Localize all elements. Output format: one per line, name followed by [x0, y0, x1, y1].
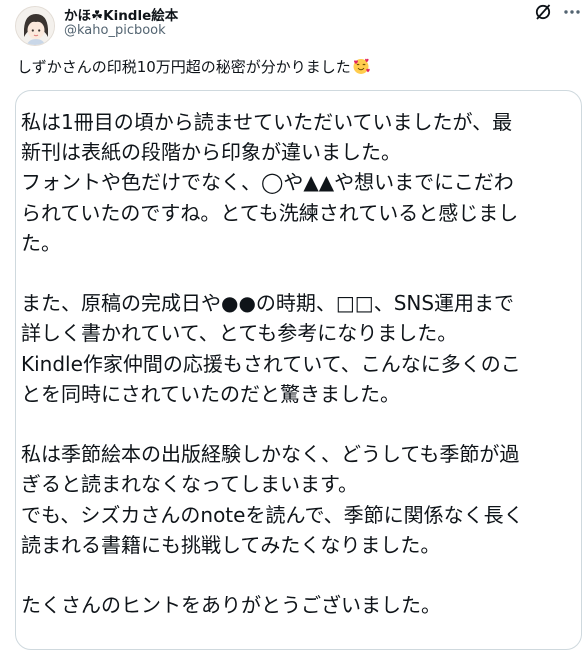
quote-line: 私は1冊目の頃から読ませていただいていましたが、最 — [21, 110, 513, 134]
more-icon[interactable] — [560, 2, 584, 22]
quote-card-text: 私は1冊目の頃から読ませていただいていましたが、最 新刊は表紙の段階から印象が違… — [21, 107, 581, 620]
author-display-name[interactable]: かほ☘Kindle絵本 — [64, 4, 178, 24]
quote-line: また、原稿の完成日や●●の時期、□□、SNS運用まで — [21, 291, 515, 316]
quote-line: た。 — [21, 230, 61, 255]
quote-line: ぎると読まれなくなってしまいます。 — [21, 472, 358, 497]
author-name-row[interactable]: かほ☘Kindle絵本 — [64, 4, 178, 24]
tweet-text: しずかさんの印税10万円超の秘密が分かりました — [17, 57, 370, 77]
quote-line: とを同時にされていたのだと驚きました。 — [21, 381, 400, 406]
quote-line: 詳しく書かれていて、とても参考になりました。 — [21, 321, 458, 346]
quote-card[interactable]: 私は1冊目の頃から読ませていただいていましたが、最 新刊は表紙の段階から印象が違… — [15, 90, 582, 650]
quote-line: フォントや色だけでなく、◯や▲▲や想いまでにこだわ — [21, 170, 514, 195]
quote-line: Kindle作家仲間の応援もされていて、こんなに多くのこ — [21, 351, 521, 376]
quote-line: 読まれる書籍にも挑戦してみたくなりました。 — [21, 532, 441, 557]
avatar[interactable] — [15, 6, 55, 46]
tweet-text-content: しずかさんの印税10万円超の秘密が分かりました — [17, 58, 351, 76]
author-handle[interactable]: @kaho_picbook — [64, 23, 166, 38]
quote-line: でも、シズカさんのnoteを読んで、季節に関係なく長く — [21, 502, 524, 527]
quote-line: たくさんのヒントをありがとうございました。 — [21, 593, 441, 618]
smiling-face-with-hearts-icon — [352, 57, 370, 75]
quote-line: 新刊は表紙の段階から印象が違いました。 — [21, 140, 401, 165]
quote-line: られていたのですね。とても洗練されていると感じまし — [21, 200, 519, 225]
quote-line: 私は季節絵本の出版経験しかなく、どうしても季節が過 — [21, 442, 520, 467]
grok-icon[interactable] — [533, 2, 553, 22]
